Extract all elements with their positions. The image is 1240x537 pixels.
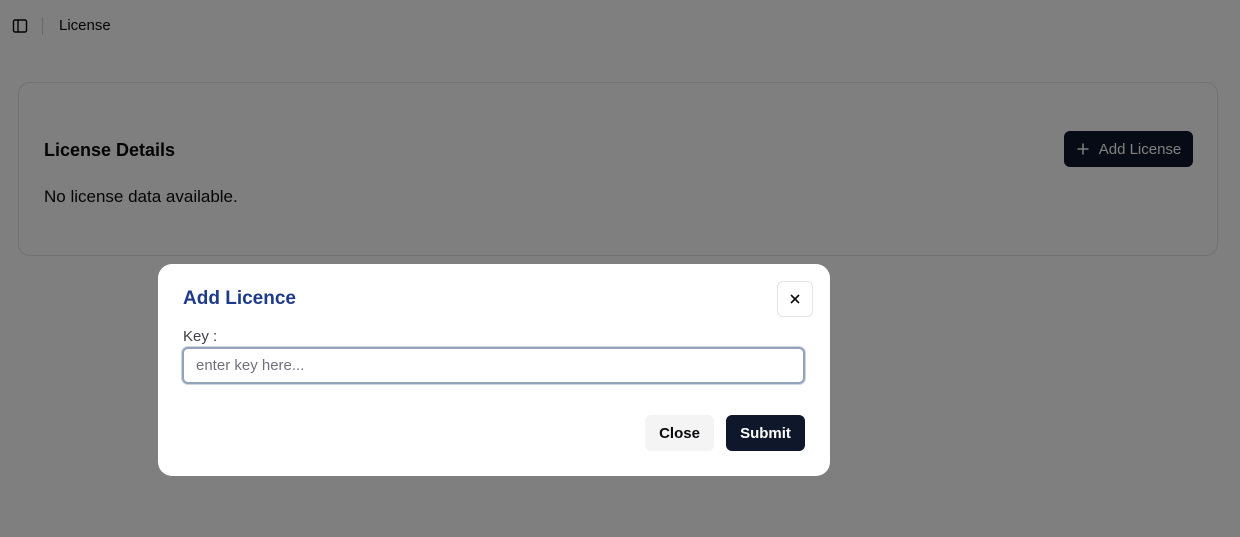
submit-button[interactable]: Submit [726,415,805,451]
close-icon [790,294,800,304]
dialog-title: Add Licence [183,288,296,309]
close-button[interactable]: Close [645,415,714,451]
key-input[interactable] [182,347,805,384]
dialog-close-button[interactable] [777,281,813,317]
key-label: Key : [183,328,218,345]
add-licence-dialog: Add Licence Key : Close Submit [158,264,830,476]
